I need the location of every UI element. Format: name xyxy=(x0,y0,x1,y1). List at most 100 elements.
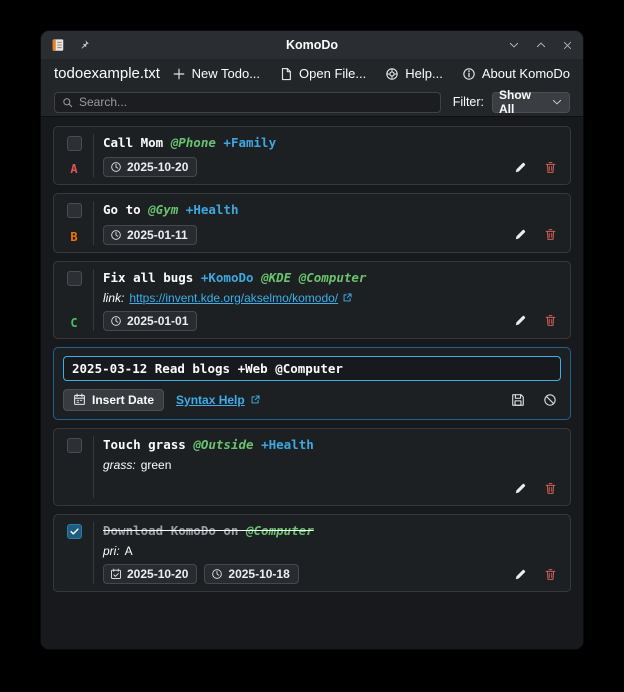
insert-date-button[interactable]: Insert Date xyxy=(63,389,164,411)
todo-checkbox[interactable] xyxy=(67,438,82,453)
window-title: KomoDo xyxy=(41,38,583,52)
todo-content: Go to @Gym +Health 2025-01-11 xyxy=(103,201,560,244)
metadata-value: A xyxy=(125,544,133,558)
search-filter-row: Filter: Show All xyxy=(41,88,583,117)
todo-checkbox[interactable] xyxy=(67,271,82,286)
todo-card: C Fix all bugs +KomoDo @KDE @Computer link… xyxy=(53,261,571,339)
filter-label: Filter: xyxy=(453,95,484,109)
date-chip-label: 2025-01-01 xyxy=(127,314,188,328)
filter-dropdown[interactable]: Show All xyxy=(492,92,570,113)
cancel-button[interactable] xyxy=(543,393,557,407)
edit-todo-button[interactable] xyxy=(514,568,527,581)
todo-content: Fix all bugs +KomoDo @KDE @Computer link:… xyxy=(103,269,560,331)
delete-todo-button[interactable] xyxy=(544,228,557,241)
priority-label: A xyxy=(70,162,77,176)
todo-metadata: pri: A xyxy=(103,544,560,558)
toolbar-button-open-file[interactable]: Open File... xyxy=(279,66,366,81)
todo-text: Touch grass @Outside +Health xyxy=(103,436,560,453)
syntax-help-label: Syntax Help xyxy=(176,393,245,407)
todo-segment-text: Touch grass xyxy=(103,437,193,452)
chevron-down-icon xyxy=(551,96,563,108)
close-button[interactable] xyxy=(562,40,573,51)
todo-segment-context: @Gym xyxy=(148,202,178,217)
metadata-key: grass: xyxy=(103,458,136,472)
todo-card: B Go to @Gym +Health 2025-01-11 xyxy=(53,193,571,252)
todo-left-column xyxy=(61,522,87,584)
save-button[interactable] xyxy=(511,393,525,407)
date-chips: 2025-10-20 xyxy=(103,157,197,177)
minimize-button[interactable] xyxy=(508,39,520,51)
edit-todo-button[interactable] xyxy=(514,161,527,174)
edit-todo-button[interactable] xyxy=(514,228,527,241)
todo-bottom-row: 2025-01-01 xyxy=(103,311,560,331)
delete-todo-button[interactable] xyxy=(544,568,557,581)
metadata-key: pri: xyxy=(103,544,120,558)
todo-metadata: grass: green xyxy=(103,458,560,472)
todo-segment-text xyxy=(291,270,299,285)
todo-left-column xyxy=(61,436,87,498)
date-chip: 2025-01-11 xyxy=(103,225,197,245)
info-icon xyxy=(462,67,476,81)
filter-value: Show All xyxy=(499,88,547,116)
todo-bottom-row: 2025-10-20 2025-10-18 xyxy=(103,564,560,584)
clock-icon xyxy=(211,568,223,580)
todo-bottom-row: 2025-10-20 xyxy=(103,157,560,177)
toolbar-button-help[interactable]: Help... xyxy=(385,66,443,81)
todo-segment-context: @Computer xyxy=(246,523,314,538)
todo-content: Touch grass @Outside +Health grass: green xyxy=(103,436,560,498)
date-chip-label: 2025-10-18 xyxy=(228,567,289,581)
toolbar-button-label: New Todo... xyxy=(192,66,260,81)
divider xyxy=(93,522,94,584)
divider xyxy=(93,134,94,177)
todo-left-column: A xyxy=(61,134,87,177)
delete-todo-button[interactable] xyxy=(544,314,557,327)
date-chips: 2025-10-20 2025-10-18 xyxy=(103,564,299,584)
todo-editor-panel: Insert Date Syntax Help xyxy=(53,347,571,420)
date-chip-label: 2025-10-20 xyxy=(127,567,188,581)
todo-actions xyxy=(514,161,560,174)
toolbar-button-new-todo[interactable]: New Todo... xyxy=(172,66,260,81)
toolbar-button-about-komodo[interactable]: About KomoDo xyxy=(462,66,570,81)
todo-checkbox[interactable] xyxy=(67,203,82,218)
todo-text: Fix all bugs +KomoDo @KDE @Computer xyxy=(103,269,560,286)
app-icon xyxy=(51,38,65,52)
help-icon xyxy=(385,67,399,81)
metadata-value: green xyxy=(141,458,172,472)
maximize-button[interactable] xyxy=(535,39,547,51)
todo-edit-input[interactable] xyxy=(63,356,561,381)
pin-icon[interactable] xyxy=(78,39,90,51)
todo-text: Go to @Gym +Health xyxy=(103,201,560,218)
todo-metadata: link: https://invent.kde.org/akselmo/komo… xyxy=(103,291,560,305)
delete-todo-button[interactable] xyxy=(544,482,557,495)
todo-text: Download KomoDo on @Computer xyxy=(103,522,560,539)
search-input[interactable] xyxy=(79,95,433,109)
syntax-help-link[interactable]: Syntax Help xyxy=(176,393,261,407)
todo-checkbox[interactable] xyxy=(67,524,82,539)
delete-todo-button[interactable] xyxy=(544,161,557,174)
todo-link[interactable]: https://invent.kde.org/akselmo/komodo/ xyxy=(129,291,353,305)
todo-segment-context: @Computer xyxy=(299,270,367,285)
calendar-check-icon xyxy=(110,568,122,580)
toolbar-button-label: About KomoDo xyxy=(482,66,570,81)
external-link-icon xyxy=(342,292,353,303)
todo-card: Touch grass @Outside +Health grass: green xyxy=(53,428,571,506)
todo-bottom-row xyxy=(103,478,560,498)
clock-icon xyxy=(110,229,122,241)
todo-segment-text xyxy=(254,437,262,452)
todo-text: Call Mom @Phone +Family xyxy=(103,134,560,151)
todo-left-column: C xyxy=(61,269,87,331)
clock-icon xyxy=(110,315,122,327)
todo-segment-context: @KDE xyxy=(261,270,291,285)
edit-todo-button[interactable] xyxy=(514,482,527,495)
todo-checkbox[interactable] xyxy=(67,136,82,151)
todo-left-column: B xyxy=(61,201,87,244)
divider xyxy=(93,201,94,244)
search-box[interactable] xyxy=(54,92,441,113)
metadata-key: link: xyxy=(103,291,124,305)
toolbar-button-label: Open File... xyxy=(299,66,366,81)
todo-segment-text: Go to xyxy=(103,202,148,217)
header: todoexample.txt New Todo...Open File...H… xyxy=(41,59,583,88)
todo-actions xyxy=(514,228,560,241)
edit-todo-button[interactable] xyxy=(514,314,527,327)
date-chip: 2025-10-18 xyxy=(204,564,298,584)
